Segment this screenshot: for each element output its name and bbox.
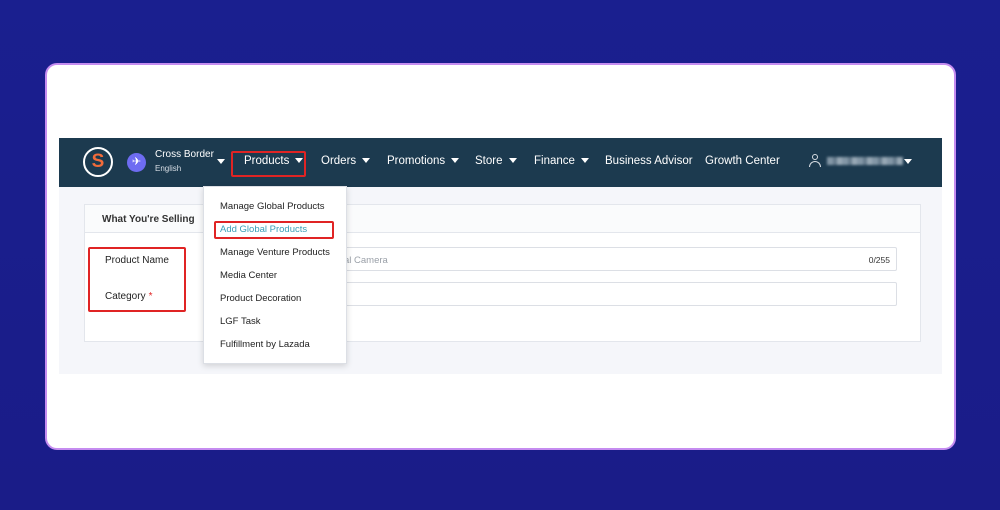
chevron-down-icon [508,158,517,164]
category-select[interactable] [343,282,897,306]
menu-item-manage-venture-products[interactable]: Manage Venture Products [220,247,330,258]
menu-item-fulfillment-by-lazada[interactable]: Fulfillment by Lazada [220,339,310,350]
category-label-text: Category [105,291,146,302]
chevron-down-icon [451,158,460,164]
top-navbar: S ✈ Cross Border English Products Orders… [59,138,942,187]
products-highlight-box [231,151,306,177]
menu-item-lgf-task[interactable]: LGF Task [220,316,260,327]
product-name-placeholder: al Camera [344,255,388,266]
nav-business-advisor[interactable]: Business Advisor [605,155,693,167]
region-language[interactable]: English [155,164,181,173]
seller-center-screenshot: S ✈ Cross Border English Products Orders… [59,138,942,374]
product-name-input[interactable]: al Camera 0/255 [343,247,897,271]
section-title: What You're Selling [102,214,195,225]
nav-orders[interactable]: Orders [321,155,371,167]
menu-item-media-center[interactable]: Media Center [220,270,277,281]
product-name-label: Product Name [105,255,169,266]
nav-promotions[interactable]: Promotions [387,155,460,167]
nav-promotions-label[interactable]: Promotions [387,155,445,167]
menu-item-manage-global-products[interactable]: Manage Global Products [220,201,325,212]
region-title[interactable]: Cross Border [155,149,214,160]
nav-finance-label[interactable]: Finance [534,155,575,167]
nav-finance[interactable]: Finance [534,155,589,167]
menu-item-product-decoration[interactable]: Product Decoration [220,293,301,304]
add-global-products-highlight-box [214,221,334,239]
chevron-down-icon [362,158,371,164]
airplane-icon: ✈ [127,153,146,172]
user-icon[interactable] [809,154,821,167]
character-counter: 0/255 [868,255,890,265]
nav-store-label[interactable]: Store [475,155,503,167]
chevron-down-icon[interactable] [904,159,912,164]
category-label: Category * [105,291,152,302]
logo-icon[interactable]: S [83,147,113,177]
chevron-down-icon [580,158,589,164]
nav-store[interactable]: Store [475,155,517,167]
chevron-down-icon[interactable] [217,159,225,164]
nav-growth-center[interactable]: Growth Center [705,155,780,167]
user-name-blurred[interactable] [827,157,903,165]
nav-orders-label[interactable]: Orders [321,155,356,167]
required-marker: * [148,291,153,302]
products-dropdown-menu: Manage Global Products Add Global Produc… [203,186,347,364]
